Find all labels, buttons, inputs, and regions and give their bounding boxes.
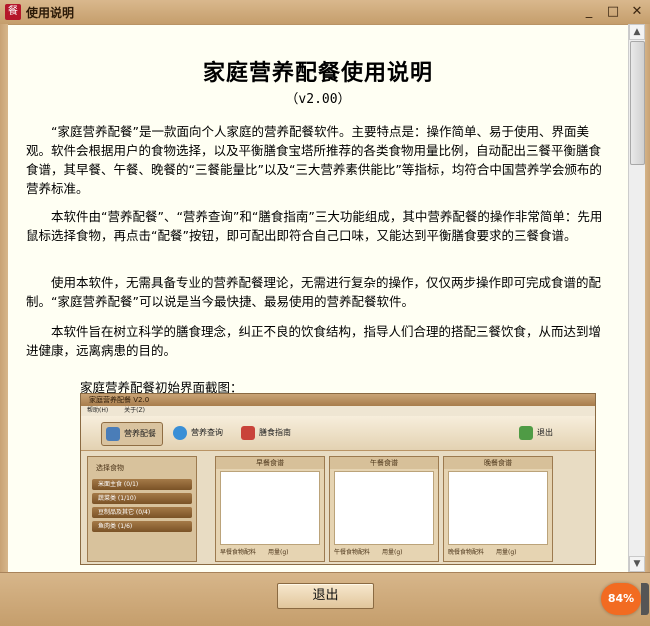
shot-exit-label: 退出 (537, 428, 553, 437)
shot-meal-list (220, 471, 320, 545)
shot-meal-foot: 晚餐食物配料 用量(g) (448, 549, 517, 556)
doc-version: （v2.00） (285, 92, 351, 107)
scroll-thumb[interactable] (630, 41, 645, 165)
paragraph-4: 本软件旨在树立科学的膳食理念，纠正不良的饮食结构，指导人们合理的搭配三餐饮食，从… (26, 324, 602, 358)
book-icon (241, 426, 255, 440)
shot-title: 家庭营养配餐 V2.0 (89, 396, 150, 404)
progress-badge[interactable]: 84% (601, 583, 641, 615)
shot-toolbar: 营养配餐 营养查询 膳食指南 退出 (81, 416, 595, 451)
app-icon: 餐 (5, 4, 21, 20)
shot-zhinan-button: 膳食指南 (241, 422, 291, 444)
frame-left (0, 24, 8, 625)
close-button[interactable]: ✕ (628, 3, 646, 21)
shot-menu-help: 帮助(H) (87, 407, 109, 414)
paragraph-2: 本软件由“营养配餐”、“营养查询”和“膳食指南”三大功能组成，其中营养配餐的操作… (26, 209, 603, 243)
shot-zhinan-label: 膳食指南 (259, 428, 291, 437)
doc-title: 家庭营养配餐使用说明 (202, 60, 433, 86)
shot-food-item: 蔬菜类 (1/10) (92, 493, 192, 504)
shot-title-bar: 家庭营养配餐 V2.0 (81, 394, 595, 406)
shot-lunch-panel: 午餐食谱 午餐食物配料 用量(g) (329, 456, 439, 562)
shot-food-item: 豆制品及其它 (0/4) (92, 507, 192, 518)
window-title: 使用说明 (26, 6, 75, 20)
embedded-screenshot: 家庭营养配餐 V2.0 帮助(H) 关于(Z) 营养配餐 营养查询 膳食指南 退… (80, 393, 596, 565)
shot-breakfast-panel: 早餐食谱 早餐食物配料 用量(g) (215, 456, 325, 562)
shot-meal-title: 晚餐食谱 (444, 457, 552, 469)
shot-peican-label: 营养配餐 (124, 429, 156, 438)
exit-icon (519, 426, 533, 440)
bottom-bar: 退出 (0, 572, 650, 626)
bowl-icon (106, 427, 120, 441)
shot-meal-foot: 早餐食物配料 用量(g) (220, 549, 289, 556)
scroll-down-arrow-icon[interactable]: ▼ (629, 556, 645, 572)
magnifier-icon (173, 426, 187, 440)
shot-menu-bar: 帮助(H) 关于(Z) (81, 406, 595, 416)
shot-peican-button: 营养配餐 (101, 422, 163, 446)
shot-meal-title: 早餐食谱 (216, 457, 324, 469)
title-bar[interactable]: 餐 使用说明 _ □ ✕ (0, 0, 650, 25)
shot-meal-list (448, 471, 548, 545)
scroll-up-arrow-icon[interactable]: ▲ (629, 24, 645, 40)
shot-meal-title: 午餐食谱 (330, 457, 438, 469)
shot-food-item: 米面主食 (0/1) (92, 479, 192, 490)
shot-meal-list (334, 471, 434, 545)
shot-meal-foot: 午餐食物配料 用量(g) (334, 549, 403, 556)
shot-chaxun-label: 营养查询 (191, 428, 223, 437)
maximize-button[interactable]: □ (604, 3, 622, 21)
shot-food-item: 鱼肉类 (1/6) (92, 521, 192, 532)
paragraph-3: 使用本软件，无需具备专业的营养配餐理论，无需进行复杂的操作，仅仅两步操作即可完成… (26, 275, 602, 309)
shot-dinner-panel: 晚餐食谱 晚餐食物配料 用量(g) (443, 456, 553, 562)
badge-handle[interactable] (641, 583, 649, 615)
paragraph-1: “家庭营养配餐”是一款面向个人家庭的营养配餐软件。主要特点是：操作简单、易于使用… (26, 124, 602, 196)
shot-food-panel: 选择食物 米面主食 (0/1) 蔬菜类 (1/10) 豆制品及其它 (0/4) … (87, 456, 197, 562)
shot-chaxun-button: 营养查询 (173, 422, 223, 444)
vertical-scrollbar[interactable]: ▲ ▼ (628, 24, 645, 572)
exit-button[interactable]: 退出 (277, 583, 374, 609)
document-view[interactable]: 家庭营养配餐使用说明 （v2.00） “家庭营养配餐”是一款面向个人家庭的营养配… (8, 24, 628, 573)
shot-food-header: 选择食物 (96, 464, 124, 472)
shot-menu-about: 关于(Z) (124, 407, 145, 414)
minimize-button[interactable]: _ (580, 3, 598, 21)
shot-exit-button: 退出 (519, 422, 553, 444)
help-window: 餐 使用说明 _ □ ✕ 家庭营养配餐使用说明 （v2.00） “家庭营养配餐”… (0, 0, 650, 626)
